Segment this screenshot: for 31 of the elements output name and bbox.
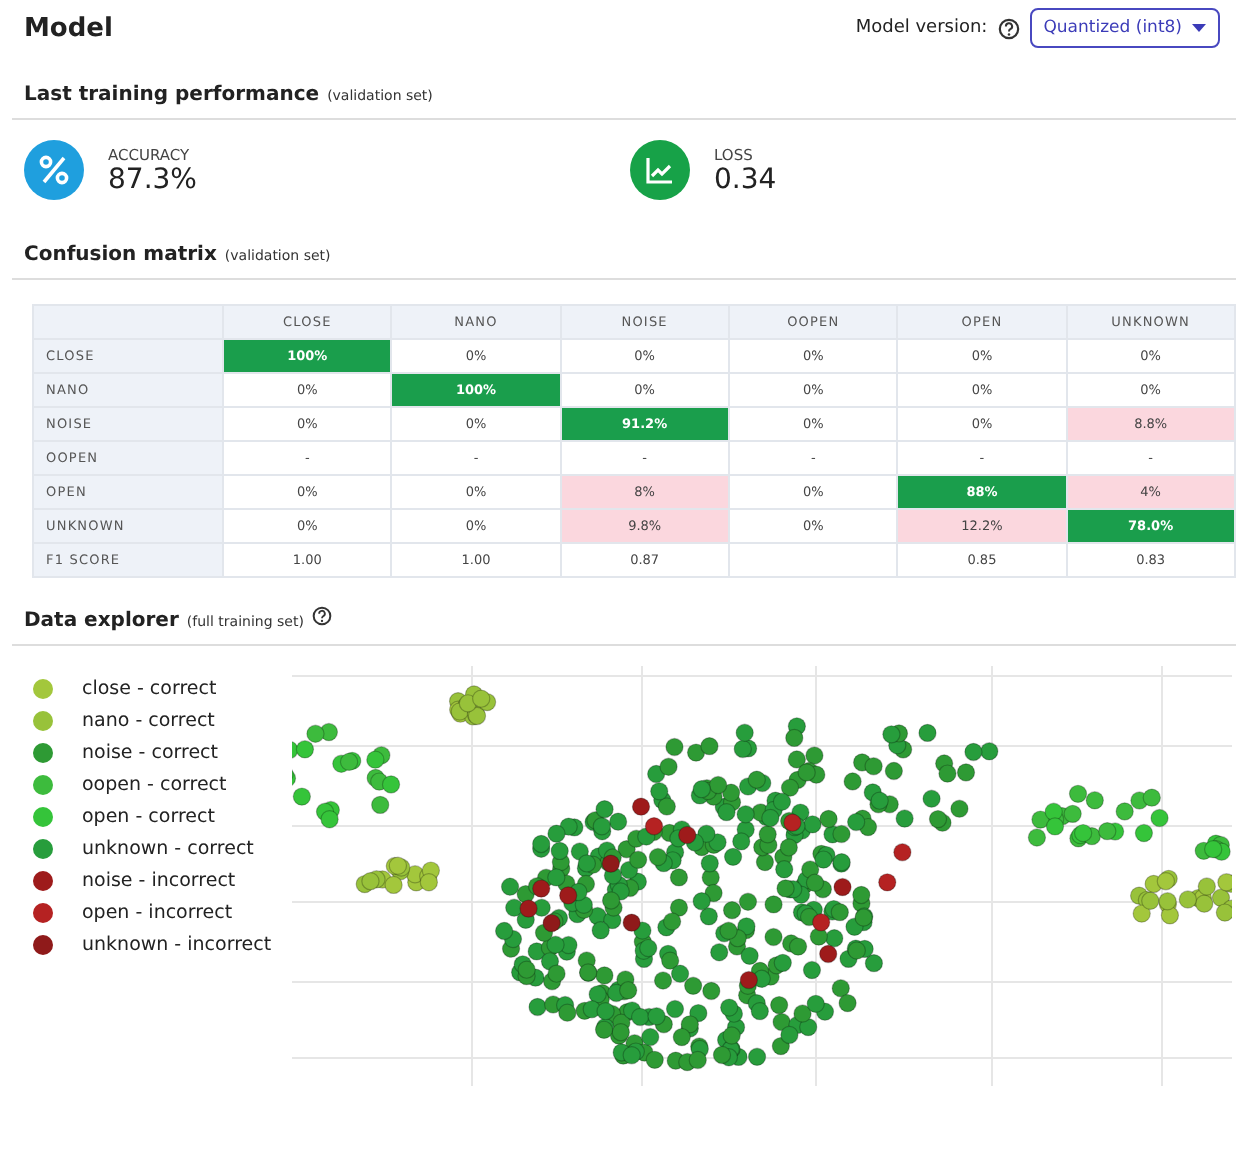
metric-value: 87.3%: [108, 163, 197, 195]
legend-label[interactable]: nano - correct: [82, 710, 215, 732]
metric-value: 0.34: [714, 163, 777, 195]
legend-dot: [32, 678, 54, 700]
legend-label[interactable]: close - correct: [82, 678, 217, 700]
legend-label[interactable]: noise - correct: [82, 742, 218, 764]
help-icon[interactable]: [311, 606, 332, 626]
legend-label[interactable]: unknown - incorrect: [82, 934, 272, 956]
legend-dot: [32, 806, 54, 828]
caret-icon: [1192, 23, 1206, 33]
legend-label[interactable]: noise - incorrect: [82, 870, 236, 892]
legend-label[interactable]: open - correct: [82, 806, 215, 828]
line-chart-icon: [630, 140, 690, 200]
version-label: Model version:: [855, 18, 988, 38]
legend-dot: [32, 838, 54, 860]
section-title: Confusion matrix: [24, 244, 217, 266]
page-title: Model: [24, 13, 113, 43]
legend-dot: [32, 902, 54, 924]
legend-label[interactable]: open - incorrect: [82, 902, 233, 924]
section-title: Last training performance: [24, 84, 320, 106]
legend-dot: [32, 774, 54, 796]
legend-dot: [32, 934, 54, 956]
legend-dot: [32, 870, 54, 892]
legend-dot: [32, 710, 54, 732]
legend-label[interactable]: unknown - correct: [82, 838, 254, 860]
section-title: Data explorer: [24, 610, 179, 632]
help-icon[interactable]: [997, 17, 1020, 39]
legend-label[interactable]: oopen - correct: [82, 774, 227, 796]
percent-icon: [24, 140, 84, 200]
legend-dot: [32, 742, 54, 764]
version-dropdown[interactable]: Quantized (int8): [1029, 8, 1220, 48]
